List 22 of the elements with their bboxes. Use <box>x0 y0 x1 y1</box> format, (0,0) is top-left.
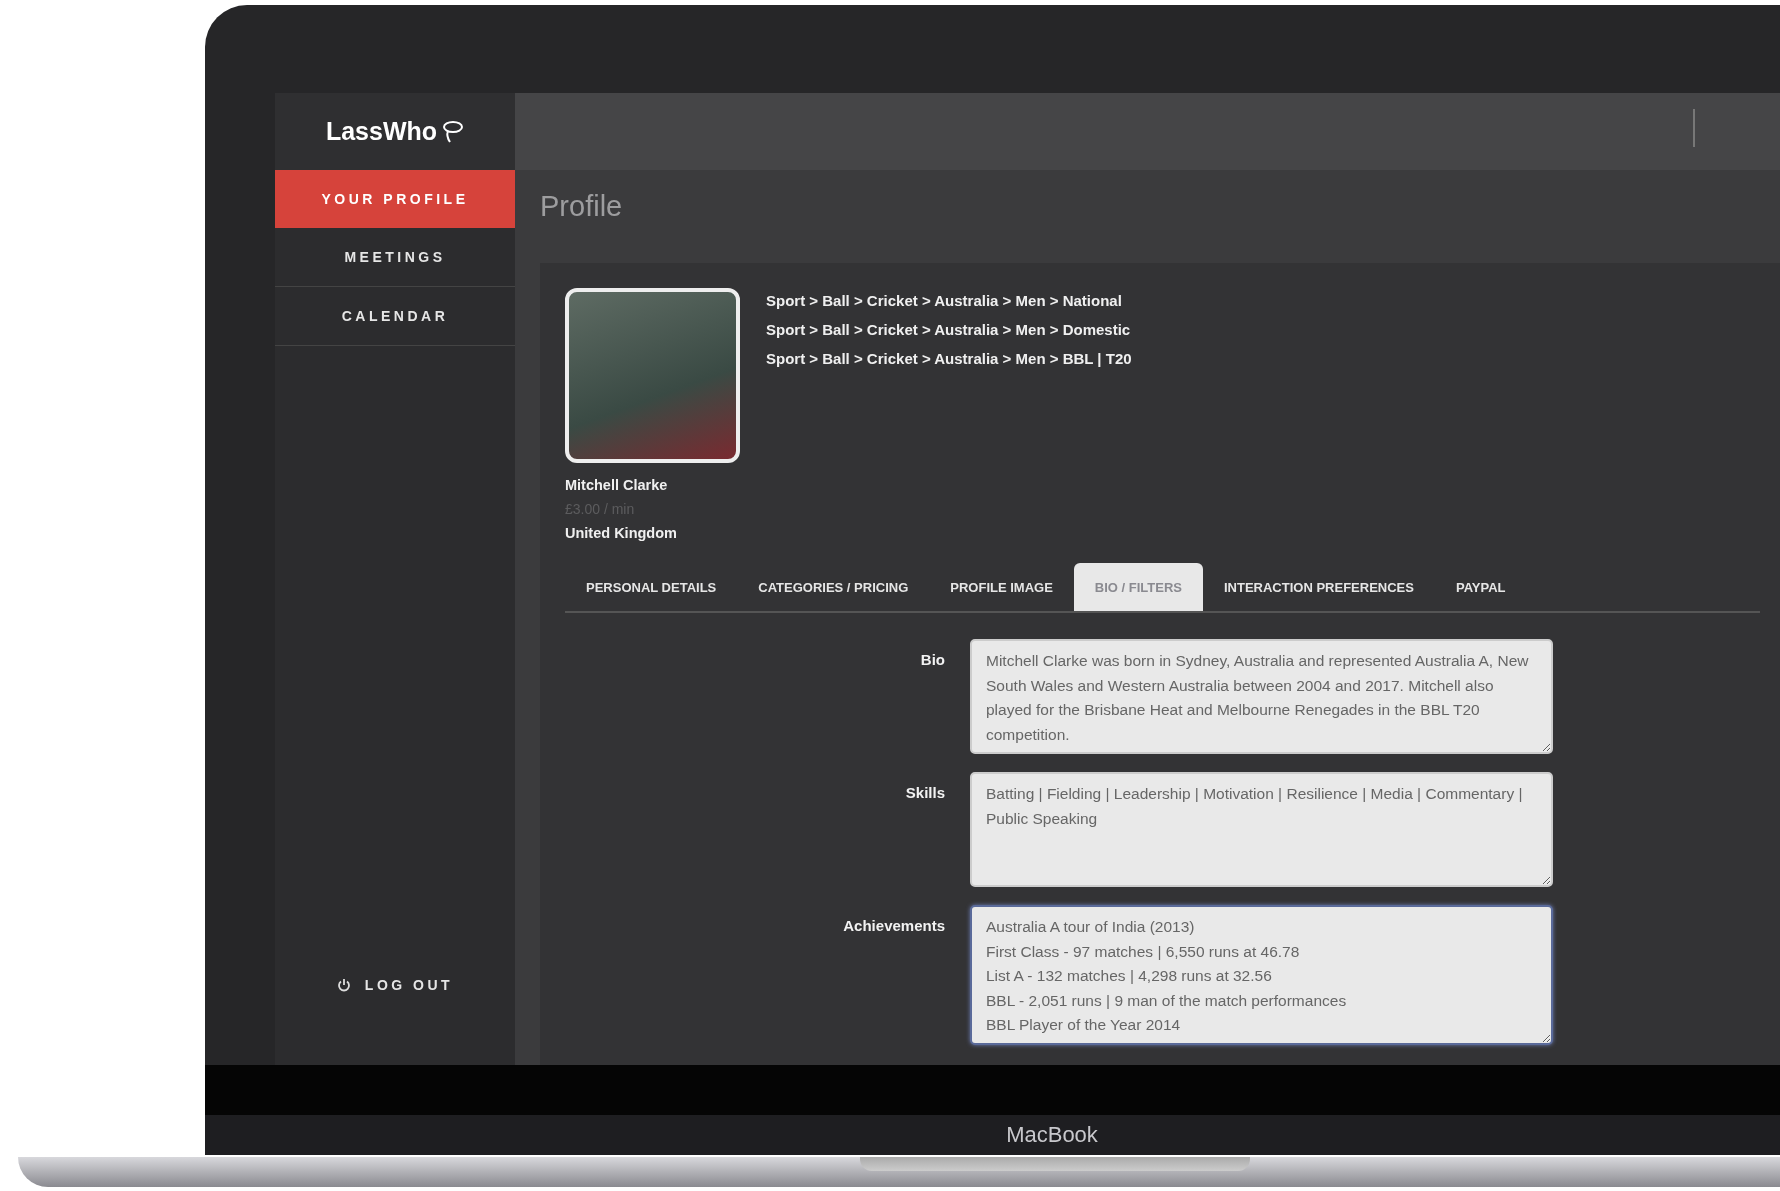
device-label: MacBook <box>1006 1122 1098 1148</box>
tab[interactable]: PERSONAL DETAILS <box>565 563 738 611</box>
app-logo: LassWho <box>325 117 438 146</box>
text-field[interactable]: Mitchell Clarke was born in Sydney, Australia and represented Australia A, New South Wales and Western Australia between 2004 and 2017. Mitchell also played for the Brisbane Heat and Melbourne Renegades in the BBL T20 competition. <box>970 639 1553 754</box>
category-path: Sport > Ball > Cricket > Australia > Men > Domestic <box>766 320 1132 339</box>
logout-link[interactable]: LOG OUT <box>364 977 454 993</box>
category-path: Sport > Ball > Cricket > Australia > Men > National <box>766 291 1123 310</box>
profile-country: United Kingdom <box>565 525 677 541</box>
text-field[interactable]: Batting | Fielding | Leadership | Motivation | Resilience | Media | Commentary | Public Speaking <box>970 772 1553 887</box>
category-path: Sport > Ball > Cricket > Australia > Men > BBL | T20 <box>766 349 1132 368</box>
tab[interactable]: INTERACTION PREFERENCES <box>1203 563 1435 611</box>
power-icon[interactable] <box>336 978 351 992</box>
tab[interactable]: CATEGORIES / PRICING <box>737 563 930 611</box>
sidebar-item[interactable]: YOUR PROFILE <box>275 170 515 228</box>
field-label: Bio <box>919 650 945 668</box>
field-label: Achievements <box>842 916 945 934</box>
field-label: Skills <box>904 783 945 801</box>
tab[interactable]: PAYPAL <box>1434 563 1527 611</box>
tab[interactable]: PROFILE IMAGE <box>929 563 1074 611</box>
text-field[interactable]: Australia A tour of India (2013) First Class - 97 matches | 6,550 runs at 46.78 List A - 132 matches | 4,298 runs at 32.56 BBL - 2,051 runs | 9 man of the match performances BBL Player of the Year 2014 <box>970 905 1553 1045</box>
page-title: Profile <box>540 190 624 223</box>
profile-name: Mitchell Clarke <box>565 477 668 493</box>
